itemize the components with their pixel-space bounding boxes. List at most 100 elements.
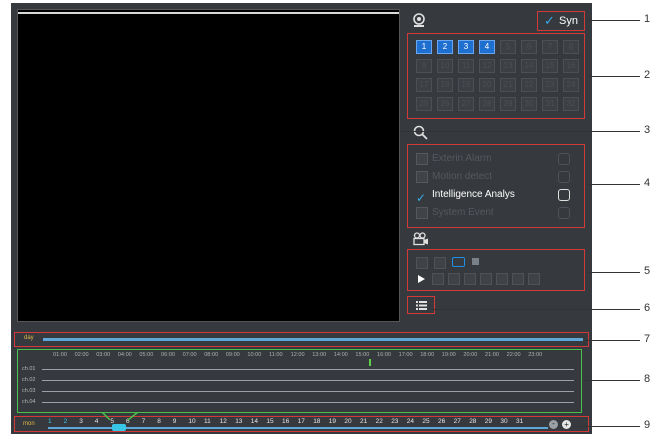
day-timebar[interactable]: day: [14, 332, 589, 347]
view-mode-2-button[interactable]: [434, 257, 446, 269]
camera-channel-button[interactable]: 18: [437, 78, 453, 92]
view-mode-1-button[interactable]: [416, 257, 428, 269]
day-tick-label[interactable]: 23: [391, 418, 398, 425]
camera-channel-button[interactable]: 8: [563, 40, 579, 54]
frame-step-button[interactable]: [512, 273, 524, 285]
camera-channel-button[interactable]: 20: [479, 78, 495, 92]
hour-tick-label: 04:00: [117, 352, 132, 358]
event-checkbox[interactable]: [416, 207, 428, 219]
camera-channel-button[interactable]: 30: [521, 97, 537, 111]
camera-channel-button[interactable]: 28: [479, 97, 495, 111]
day-selector-handle[interactable]: [112, 424, 126, 431]
camera-channel-button[interactable]: 23: [542, 78, 558, 92]
camera-channel-button[interactable]: 27: [458, 97, 474, 111]
camera-channel-button[interactable]: 4: [479, 40, 495, 54]
day-tick-label[interactable]: 30: [500, 418, 507, 425]
camera-channel-button[interactable]: 11: [458, 59, 474, 73]
channel-track[interactable]: [42, 380, 574, 381]
stop-icon[interactable]: [472, 258, 479, 265]
camera-channel-button[interactable]: 13: [500, 59, 516, 73]
day-tick-label[interactable]: 12: [220, 418, 227, 425]
channel-label: ch.01: [22, 366, 36, 372]
day-tick-label[interactable]: 16: [282, 418, 289, 425]
search-icon[interactable]: [413, 125, 429, 141]
day-tick-label[interactable]: 24: [407, 418, 414, 425]
day-tick-label[interactable]: 9: [173, 418, 177, 425]
record-marker: [369, 359, 371, 366]
camera-channel-button[interactable]: 17: [416, 78, 432, 92]
day-tick-label[interactable]: 8: [157, 418, 161, 425]
fast-forward-button[interactable]: [480, 273, 492, 285]
file-list-button[interactable]: [407, 296, 435, 314]
day-tick-label[interactable]: 27: [454, 418, 461, 425]
camera-channel-button[interactable]: 29: [500, 97, 516, 111]
month-label: mon: [23, 421, 35, 427]
camera-channel-button[interactable]: 5: [500, 40, 516, 54]
play-icon[interactable]: [418, 275, 425, 283]
channel-track[interactable]: [42, 391, 574, 392]
camera-channel-button[interactable]: 22: [521, 78, 537, 92]
channel-track[interactable]: [42, 369, 574, 370]
rewind-button[interactable]: [464, 273, 476, 285]
video-display[interactable]: [17, 9, 400, 322]
day-tick-label[interactable]: 4: [95, 418, 99, 425]
slow-button[interactable]: [496, 273, 508, 285]
camera-channel-button[interactable]: 16: [563, 59, 579, 73]
day-tick-label[interactable]: 19: [329, 418, 336, 425]
camera-channel-button[interactable]: 2: [437, 40, 453, 54]
camera-channel-button[interactable]: 9: [416, 59, 432, 73]
day-tick-label[interactable]: 31: [516, 418, 523, 425]
camera-channel-button[interactable]: 10: [437, 59, 453, 73]
hour-tick-label: 21:00: [485, 352, 499, 358]
day-tick-label[interactable]: 3: [79, 418, 83, 425]
camera-channel-button[interactable]: 12: [479, 59, 495, 73]
camera-channel-button[interactable]: 6: [521, 40, 537, 54]
view-mode-3-button[interactable]: [452, 257, 465, 267]
channel-record-graph[interactable]: 01:00 02:00 03:00 04:00 05:00 06:00 07:00 08:00…: [17, 349, 582, 413]
hour-tick-label: 07:00: [182, 352, 197, 358]
hour-tick-label: 01:00: [53, 352, 67, 358]
hour-tick-label: 06:00: [161, 352, 175, 358]
camera-channel-button[interactable]: 14: [521, 59, 537, 73]
camera-channel-button[interactable]: 24: [563, 78, 579, 92]
sync-toggle[interactable]: ✓ Syn: [537, 11, 585, 31]
camera-channel-button[interactable]: 25: [416, 97, 432, 111]
day-tick-label[interactable]: 11: [204, 418, 211, 425]
callout-line: [588, 20, 640, 21]
camera-channel-button[interactable]: 1: [416, 40, 432, 54]
stop-button[interactable]: [448, 273, 460, 285]
event-checkbox[interactable]: [416, 171, 428, 183]
channel-track[interactable]: [42, 402, 574, 403]
event-checkbox[interactable]: ✓: [416, 189, 428, 204]
camera-channel-button[interactable]: 21: [500, 78, 516, 92]
audio-button[interactable]: [528, 273, 540, 285]
camera-channel-button[interactable]: 32: [563, 97, 579, 111]
day-tick-label[interactable]: 26: [438, 418, 445, 425]
day-tick-label[interactable]: 15: [266, 418, 273, 425]
day-tick-label[interactable]: 13: [235, 418, 242, 425]
day-tick-label[interactable]: 22: [376, 418, 383, 425]
day-tick-label[interactable]: 28: [469, 418, 476, 425]
camera-channel-button[interactable]: 26: [437, 97, 453, 111]
camera-channel-button[interactable]: 31: [542, 97, 558, 111]
camera-channel-button[interactable]: 7: [542, 40, 558, 54]
day-tick-label[interactable]: 10: [188, 418, 195, 425]
zoom-out-button[interactable]: -: [549, 420, 558, 429]
day-tick-label[interactable]: 2: [64, 418, 68, 425]
day-tick-label[interactable]: 14: [251, 418, 258, 425]
pause-button[interactable]: [432, 273, 444, 285]
zoom-in-button[interactable]: +: [562, 420, 571, 429]
day-tick-label[interactable]: 17: [298, 418, 305, 425]
day-tick-label[interactable]: 7: [142, 418, 146, 425]
day-tick-label[interactable]: 1: [48, 418, 52, 425]
camera-channel-button[interactable]: 3: [458, 40, 474, 54]
event-checkbox[interactable]: [416, 153, 428, 165]
day-tick-label[interactable]: 29: [485, 418, 492, 425]
camera-channel-button[interactable]: 15: [542, 59, 558, 73]
day-tick-label[interactable]: 21: [360, 418, 367, 425]
day-tick-label[interactable]: 18: [313, 418, 320, 425]
day-tick-label[interactable]: 25: [422, 418, 429, 425]
camera-channel-button[interactable]: 19: [458, 78, 474, 92]
day-progress-bar[interactable]: [43, 338, 583, 341]
day-tick-label[interactable]: 20: [344, 418, 351, 425]
